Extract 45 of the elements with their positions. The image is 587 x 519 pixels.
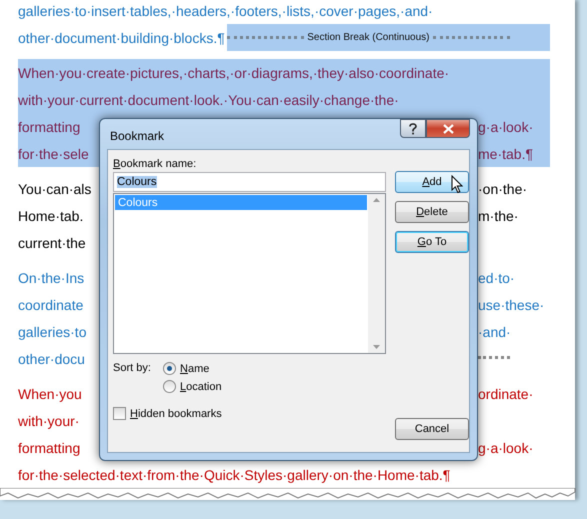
cancel-button[interactable]: Cancel xyxy=(395,418,469,440)
document-text: When·you·create·pictures,·charts,·or·diagrams,·they·also·coordinate· xyxy=(18,64,450,80)
document-text: ·on·the· xyxy=(478,180,528,196)
document-text: use·these· xyxy=(478,296,546,312)
help-button[interactable] xyxy=(400,119,426,138)
document-text: ·and· xyxy=(478,324,512,340)
document-text: other·document·building·blocks.¶ xyxy=(18,30,225,46)
document-text: On·the·Ins xyxy=(18,270,86,286)
document-text: g·a·look· xyxy=(478,118,534,134)
dialog-button[interactable]: Go To xyxy=(395,231,469,253)
document-text: with·your· xyxy=(18,412,80,428)
dialog-title: Bookmark xyxy=(109,128,164,143)
document-text: m·the· xyxy=(478,208,520,224)
document-text: formatting xyxy=(18,118,82,134)
sort-radio-button[interactable]: Name xyxy=(163,362,386,375)
document-text: galleries·to xyxy=(18,324,88,340)
dialog-button[interactable]: Add xyxy=(395,171,469,193)
mouse-pointer-icon xyxy=(451,175,463,194)
document-text: current·the xyxy=(18,234,86,250)
scroll-up-icon xyxy=(373,198,380,202)
document-text: me·tab.¶ xyxy=(478,146,534,162)
bookmark-name-field[interactable]: Colours xyxy=(113,172,386,192)
document-text: for·the·selected·text·from·the·Quick·Styles·gallery·on·the·Home·tab.¶ xyxy=(18,466,450,482)
document-text: ordinate· xyxy=(478,386,534,402)
sort-radio-button[interactable]: Location xyxy=(163,380,386,393)
document-text: You·can·als xyxy=(18,180,92,196)
document-text: with·your·current·document·look.·You·can·easily·change·the· xyxy=(18,92,399,108)
help-icon xyxy=(409,122,417,134)
document-text: When·you xyxy=(18,386,83,402)
document-text: other·docu xyxy=(18,350,86,366)
scroll-bar[interactable] xyxy=(368,194,385,353)
close-icon xyxy=(442,124,454,134)
document-text: coordinate xyxy=(18,296,84,312)
close-button[interactable] xyxy=(426,119,470,138)
scroll-down-icon xyxy=(373,345,380,349)
document-text: galleries·to·insert·tables,·headers,·footers,·lists,·cover·pages,·and· xyxy=(18,2,433,18)
sort-label: Sort by: xyxy=(113,362,152,375)
field-label: Bookmark name: xyxy=(113,158,198,172)
hidden-bookmarks-checkbox[interactable]: Hidden bookmarks xyxy=(113,407,386,420)
document-text: formatting xyxy=(18,440,82,456)
document-text: g·a·look· xyxy=(478,440,534,456)
document-text: for·the·sele xyxy=(18,146,90,162)
dialog-button[interactable]: Delete xyxy=(395,201,469,223)
document-text: Home·tab. xyxy=(18,208,84,224)
document-text: ed·to· xyxy=(478,270,516,286)
